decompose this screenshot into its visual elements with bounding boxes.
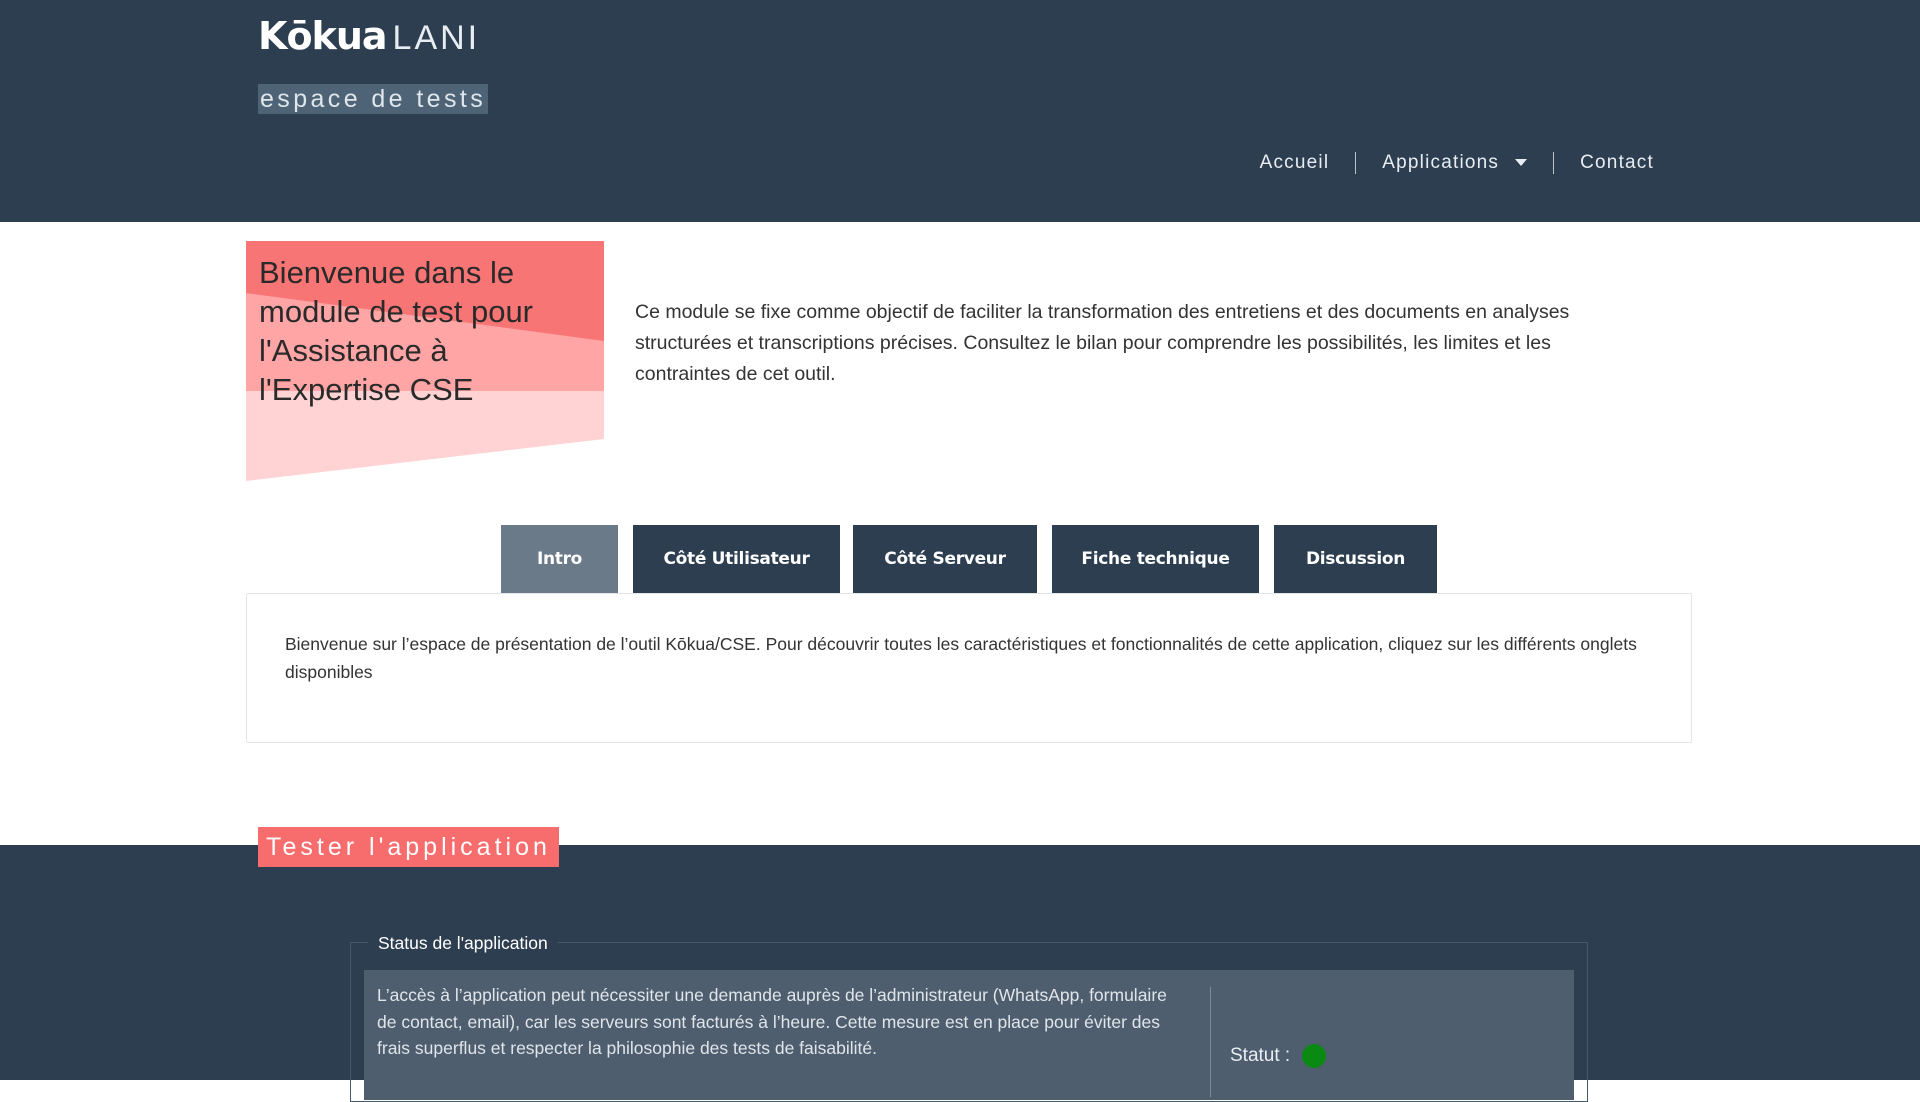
section-heading: Tester l'application: [258, 827, 559, 867]
site-logo[interactable]: Kōkua LANI: [258, 14, 480, 58]
status-label: Statut :: [1230, 1045, 1291, 1066]
tab-cote-utilisateur[interactable]: Côté Utilisateur: [633, 525, 840, 593]
hero-banner: Bienvenue dans le module de test pour l'…: [246, 241, 604, 481]
tab-fiche-technique[interactable]: Fiche technique: [1052, 525, 1259, 593]
hero-description: Ce module se fixe comme objectif de faci…: [635, 301, 1570, 385]
brand-name: Kōkua: [258, 14, 388, 58]
main-nav: Accueil Applications Contact: [1260, 152, 1654, 174]
nav-home-link[interactable]: Accueil: [1260, 152, 1330, 174]
status-dot-icon: [1302, 1044, 1327, 1068]
nav-applications-label: Applications: [1382, 152, 1500, 173]
app-status-fieldset: Status de l'application L’accès à l’appl…: [350, 931, 1588, 1102]
nav-separator: [1553, 152, 1555, 174]
status-box: L’accès à l’application peut nécessiter …: [364, 970, 1574, 1100]
status-divider: [1210, 987, 1211, 1097]
hero-title: Bienvenue dans le module de test pour l'…: [259, 255, 534, 407]
site-header: Kōkua LANI espace de tests Accueil Applic…: [0, 0, 1920, 222]
tab-intro[interactable]: Intro: [501, 525, 618, 593]
caret-down-icon: [1515, 159, 1528, 167]
brand-subname: LANI: [392, 19, 481, 57]
status-indicator: Statut :: [1230, 1044, 1327, 1068]
nav-contact-link[interactable]: Contact: [1580, 152, 1654, 174]
site-tagline: espace de tests: [258, 84, 489, 114]
tab-discussion[interactable]: Discussion: [1274, 525, 1437, 593]
tab-cote-serveur[interactable]: Côté Serveur: [853, 525, 1037, 593]
nav-applications-dropdown[interactable]: Applications: [1382, 152, 1528, 174]
tab-panel-text: Bienvenue sur l’espace de présentation d…: [285, 634, 1637, 682]
tab-panel-intro: Bienvenue sur l’espace de présentation d…: [246, 593, 1692, 743]
nav-separator: [1355, 152, 1357, 174]
fieldset-legend: Status de l'application: [368, 931, 558, 955]
status-description: L’accès à l’application peut nécessiter …: [377, 985, 1167, 1058]
